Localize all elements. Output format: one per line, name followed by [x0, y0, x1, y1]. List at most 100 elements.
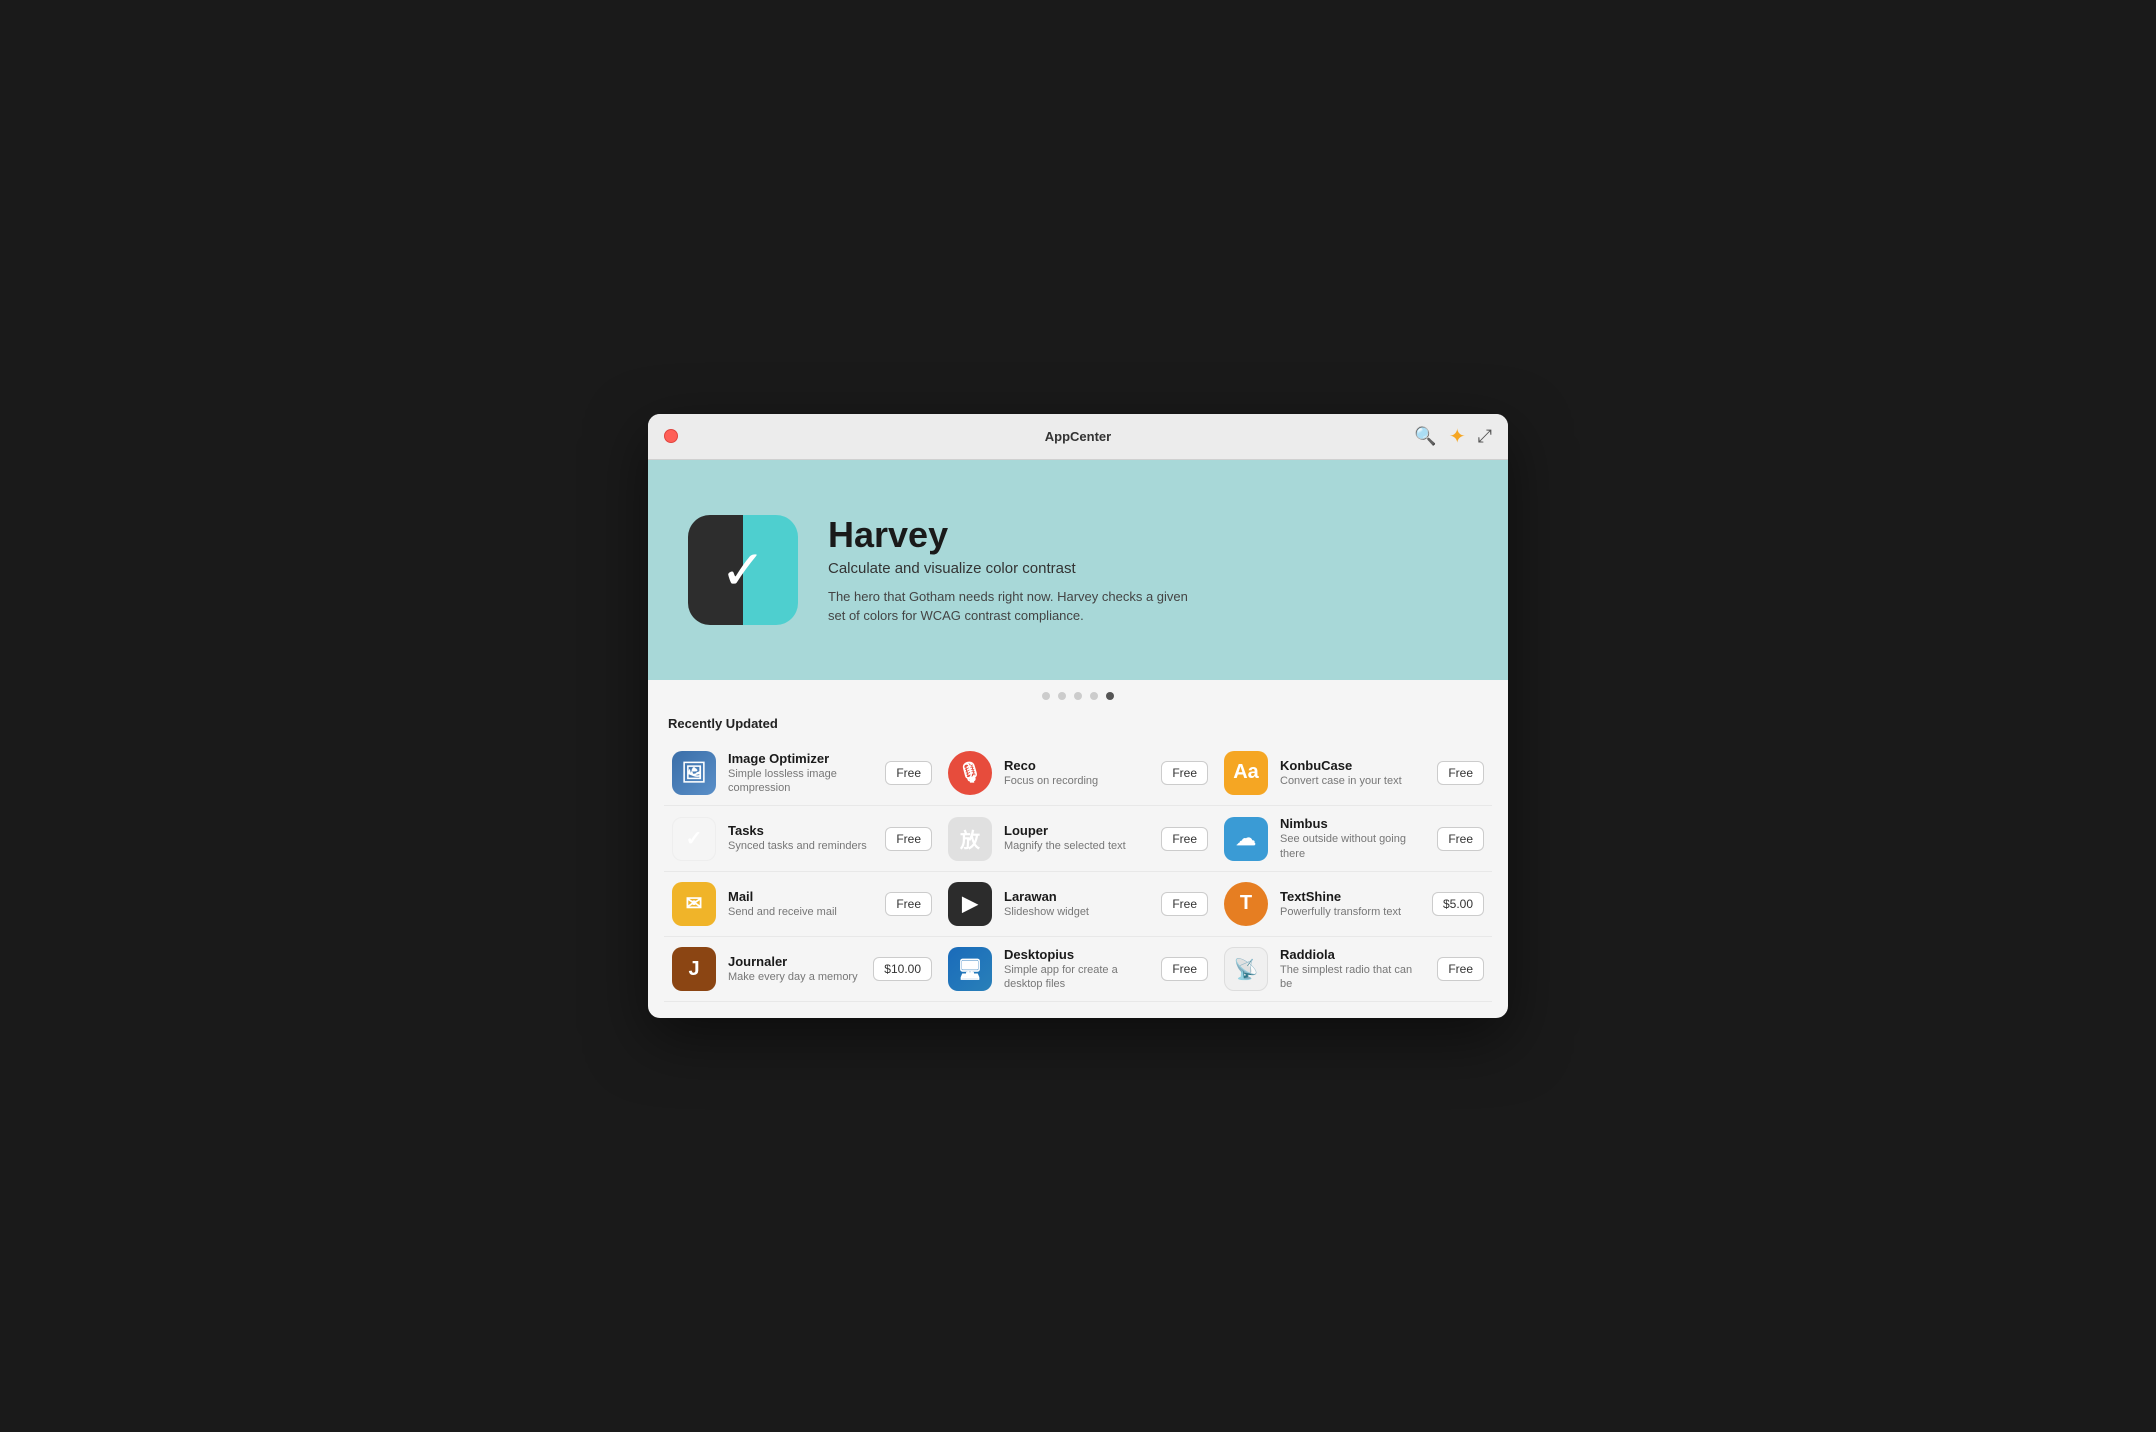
- recently-updated-label: Recently Updated: [648, 708, 1508, 737]
- app-desc: Convert case in your text: [1280, 774, 1425, 788]
- titlebar-controls: ×: [664, 429, 678, 443]
- app-info: TextShine Powerfully transform text: [1280, 889, 1420, 919]
- price-button[interactable]: Free: [885, 892, 932, 916]
- apps-grid: 🖼 Image Optimizer Simple lossless image …: [648, 737, 1508, 1019]
- app-icon-symbol: ▶: [962, 891, 977, 916]
- price-button[interactable]: Free: [1161, 892, 1208, 916]
- price-button[interactable]: Free: [1437, 957, 1484, 981]
- list-item[interactable]: 放 Louper Magnify the selected text Free: [940, 806, 1216, 872]
- fullscreen-button[interactable]: ⤢: [1478, 426, 1492, 447]
- notifications-button[interactable]: ✦: [1449, 424, 1466, 449]
- app-icon-symbol: J: [688, 958, 699, 981]
- price-button[interactable]: $10.00: [873, 957, 932, 981]
- app-desc: Synced tasks and reminders: [728, 839, 873, 853]
- app-info: Reco Focus on recording: [1004, 758, 1149, 788]
- carousel-dot-4[interactable]: [1090, 692, 1098, 700]
- app-icon: 📡: [1224, 947, 1268, 991]
- list-item[interactable]: 🖥 Desktopius Simple app for create a des…: [940, 937, 1216, 1003]
- list-item[interactable]: 🖼 Image Optimizer Simple lossless image …: [664, 741, 940, 807]
- app-name: Louper: [1004, 823, 1149, 838]
- list-item[interactable]: J Journaler Make every day a memory $10.…: [664, 937, 940, 1003]
- app-icon: ✓: [672, 817, 716, 861]
- price-button[interactable]: Free: [1437, 761, 1484, 785]
- hero-app-desc: The hero that Gotham needs right now. Ha…: [828, 587, 1188, 626]
- titlebar-right-controls: 🔍 ✦ ⤢: [1414, 424, 1492, 449]
- list-item[interactable]: Aa KonbuCase Convert case in your text F…: [1216, 741, 1492, 807]
- app-icon-symbol: T: [1240, 892, 1252, 915]
- price-button[interactable]: Free: [1161, 827, 1208, 851]
- price-button[interactable]: $5.00: [1432, 892, 1484, 916]
- app-name: Image Optimizer: [728, 751, 873, 766]
- app-info: Tasks Synced tasks and reminders: [728, 823, 873, 853]
- fullscreen-icon: ⤢: [1478, 426, 1492, 447]
- list-item[interactable]: 📡 Raddiola The simplest radio that can b…: [1216, 937, 1492, 1003]
- hero-app-icon: ✓: [688, 515, 798, 625]
- app-icon-symbol: 🖥: [957, 957, 982, 982]
- price-button[interactable]: Free: [885, 827, 932, 851]
- close-button[interactable]: ×: [664, 429, 678, 443]
- app-name: Raddiola: [1280, 947, 1425, 962]
- app-info: Mail Send and receive mail: [728, 889, 873, 919]
- app-window: × AppCenter 🔍 ✦ ⤢ ✓ Harvey Calculate and…: [648, 414, 1508, 1019]
- list-item[interactable]: ☁ Nimbus See outside without going there…: [1216, 806, 1492, 872]
- app-icon-symbol: 🖼: [681, 760, 706, 785]
- app-name: TextShine: [1280, 889, 1420, 904]
- carousel-dot-1[interactable]: [1042, 692, 1050, 700]
- carousel-dot-2[interactable]: [1058, 692, 1066, 700]
- app-name: Reco: [1004, 758, 1149, 773]
- app-icon-symbol: ✉: [686, 891, 703, 916]
- app-icon-symbol: Aa: [1233, 761, 1259, 784]
- price-button[interactable]: Free: [1161, 957, 1208, 981]
- app-icon-symbol: 🎙: [957, 760, 982, 785]
- app-icon: ▶: [948, 882, 992, 926]
- app-desc: Make every day a memory: [728, 970, 861, 984]
- app-icon: T: [1224, 882, 1268, 926]
- app-name: Desktopius: [1004, 947, 1149, 962]
- app-info: Raddiola The simplest radio that can be: [1280, 947, 1425, 992]
- app-icon-symbol: 放: [960, 824, 980, 853]
- app-desc: Send and receive mail: [728, 905, 873, 919]
- app-name: Mail: [728, 889, 873, 904]
- list-item[interactable]: ✉ Mail Send and receive mail Free: [664, 872, 940, 937]
- carousel-dot-5[interactable]: [1106, 692, 1114, 700]
- app-desc: Powerfully transform text: [1280, 905, 1420, 919]
- app-icon-symbol: 📡: [1234, 957, 1259, 982]
- app-desc: Simple lossless image compression: [728, 767, 873, 796]
- app-desc: Magnify the selected text: [1004, 839, 1149, 853]
- app-icon: 🎙: [948, 751, 992, 795]
- app-icon: 🖥: [948, 947, 992, 991]
- app-icon: J: [672, 947, 716, 991]
- app-icon-symbol: ☁: [1236, 826, 1256, 851]
- app-desc: Slideshow widget: [1004, 905, 1149, 919]
- app-desc: Simple app for create a desktop files: [1004, 963, 1149, 992]
- carousel-dot-3[interactable]: [1074, 692, 1082, 700]
- app-name: Larawan: [1004, 889, 1149, 904]
- app-name: Nimbus: [1280, 816, 1425, 831]
- price-button[interactable]: Free: [1437, 827, 1484, 851]
- hero-app-name: Harvey: [828, 514, 1188, 556]
- price-button[interactable]: Free: [885, 761, 932, 785]
- app-icon: 🖼: [672, 751, 716, 795]
- list-item[interactable]: 🎙 Reco Focus on recording Free: [940, 741, 1216, 807]
- app-desc: See outside without going there: [1280, 832, 1425, 861]
- titlebar: × AppCenter 🔍 ✦ ⤢: [648, 414, 1508, 460]
- notifications-icon: ✦: [1449, 424, 1466, 449]
- app-info: Desktopius Simple app for create a deskt…: [1004, 947, 1149, 992]
- search-button[interactable]: 🔍: [1414, 426, 1436, 447]
- hero-text-block: Harvey Calculate and visualize color con…: [828, 514, 1188, 626]
- app-name: KonbuCase: [1280, 758, 1425, 773]
- app-desc: The simplest radio that can be: [1280, 963, 1425, 992]
- app-icon-symbol: ✓: [686, 826, 703, 851]
- carousel-dots: [648, 680, 1508, 708]
- app-name: Journaler: [728, 954, 861, 969]
- list-item[interactable]: ✓ Tasks Synced tasks and reminders Free: [664, 806, 940, 872]
- app-info: Larawan Slideshow widget: [1004, 889, 1149, 919]
- price-button[interactable]: Free: [1161, 761, 1208, 785]
- list-item[interactable]: ▶ Larawan Slideshow widget Free: [940, 872, 1216, 937]
- window-title: AppCenter: [1045, 429, 1111, 444]
- app-info: Image Optimizer Simple lossless image co…: [728, 751, 873, 796]
- hero-icon-checkmark: ✓: [720, 538, 766, 602]
- list-item[interactable]: T TextShine Powerfully transform text $5…: [1216, 872, 1492, 937]
- app-icon: Aa: [1224, 751, 1268, 795]
- hero-app-subtitle: Calculate and visualize color contrast: [828, 560, 1188, 577]
